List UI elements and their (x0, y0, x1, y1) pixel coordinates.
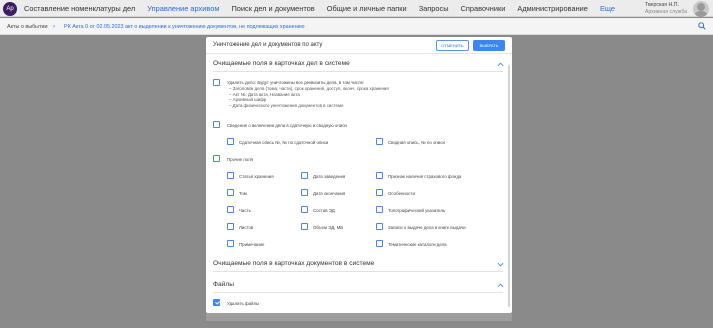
breadcrumb: Акты о выбытии › РК Акта 0 от 02.05.2023… (0, 18, 713, 35)
handover-inventory-label: Сдаточная опись №, № по сдаточной описи (239, 140, 329, 145)
summary-inventory-label: Сводная опись, № по описи (388, 140, 445, 145)
nav-item-nomenclature[interactable]: Составление номенклатуры дел (24, 4, 135, 13)
field-checkbox[interactable] (227, 223, 234, 230)
app-logo[interactable]: Ар (3, 2, 17, 16)
field-label: Том (239, 191, 247, 196)
field-checkbox[interactable] (376, 206, 383, 213)
field-checkbox[interactable] (376, 240, 383, 247)
field-checkbox[interactable] (376, 189, 383, 196)
field-label: Дата окончания (313, 191, 346, 196)
field-checkbox[interactable] (301, 223, 308, 230)
divider (213, 292, 503, 293)
main-nav: Составление номенклатуры дел Управление … (24, 4, 625, 13)
chevron-up-icon[interactable] (497, 62, 504, 67)
delete-case-checkbox[interactable] (213, 79, 220, 86)
nav-item-search[interactable]: Поиск дел и документов (231, 4, 314, 13)
field-checkbox[interactable] (301, 206, 308, 213)
breadcrumb-item-acts[interactable]: Акты о выбытии (7, 24, 48, 30)
dialog-title: Уничтожение дел и документов по акту (213, 42, 323, 48)
nav-item-folders[interactable]: Общие и личные папки (327, 4, 407, 13)
handover-inventory-checkbox[interactable] (227, 138, 234, 145)
top-bar: Ар Составление номенклатуры дел Управлен… (0, 0, 713, 17)
breadcrumb-item-current[interactable]: РК Акта 0 от 02.05.2023 акт о выделении … (64, 24, 305, 30)
user-info[interactable]: Тверская Н.П. Архивная служба (645, 2, 687, 15)
nav-item-more[interactable]: Еще (600, 4, 615, 13)
field-checkbox[interactable] (227, 189, 234, 196)
field-label: Объем ЭД, МБ (313, 225, 344, 230)
delete-case-details: – Заголовок дела (тома, части), срок хра… (229, 86, 389, 108)
nav-item-archive-management[interactable]: Управление архивом (147, 4, 219, 13)
field-label: Дата заведения (313, 174, 346, 179)
avatar[interactable] (693, 1, 709, 17)
field-checkbox[interactable] (227, 206, 234, 213)
field-checkbox[interactable] (376, 223, 383, 230)
field-label: Особенности (388, 191, 415, 196)
delete-case-detail: – Дата физического уничтожения документо… (229, 102, 344, 108)
field-label: Тематические каталоги дела (388, 242, 447, 247)
delete-case-label: Удалить дело: Будут уничтожены все рекви… (227, 80, 365, 85)
field-checkbox[interactable] (227, 240, 234, 247)
field-label: Статья хранения (239, 174, 274, 179)
section-title-case-fields[interactable]: Очищаемые поля в карточках дел в системе (213, 60, 350, 67)
select-button[interactable]: ВЫБРАТЬ (473, 40, 505, 51)
cancel-button[interactable]: ОТМЕНИТЬ (436, 40, 469, 51)
field-checkbox[interactable] (301, 189, 308, 196)
delete-files-checkbox[interactable] (213, 299, 220, 306)
field-label: Примечание (239, 242, 265, 247)
summary-inventory-checkbox[interactable] (376, 138, 383, 145)
nav-item-requests[interactable]: Запросы (419, 4, 449, 13)
inventory-label: Сведения о включении дела в сдаточную и … (227, 123, 347, 128)
nav-item-directories[interactable]: Справочники (461, 4, 506, 13)
other-fields-checkbox[interactable] (213, 155, 220, 162)
search-icon[interactable] (698, 22, 706, 30)
field-label: Записи о выдаче дела в книге выдачи (388, 225, 466, 230)
divider (213, 271, 503, 272)
section-title-document-fields[interactable]: Очищаемые поля в карточках документов в … (213, 260, 374, 267)
user-role: Архивная служба (645, 8, 688, 15)
delete-files-label: Удалить файлы (227, 301, 260, 306)
field-label: Топографический указатель (388, 208, 446, 213)
field-label: Часть (239, 208, 251, 213)
delete-case-detail: – Заголовок дела (тома, части), срок хра… (229, 86, 389, 91)
field-checkbox[interactable] (227, 172, 234, 179)
scrollbar[interactable] (508, 65, 510, 307)
dialog-header: Уничтожение дел и документов по акту ОТМ… (206, 37, 512, 54)
field-checkbox[interactable] (301, 172, 308, 179)
divider (213, 71, 503, 72)
background-panel (206, 313, 512, 321)
chevron-right-icon: › (53, 23, 56, 30)
field-label: Состав ЭД (313, 208, 335, 213)
chevron-down-icon[interactable] (497, 262, 504, 267)
field-checkbox[interactable] (376, 172, 383, 179)
chevron-up-icon[interactable] (497, 283, 504, 288)
destroy-dialog: Уничтожение дел и документов по акту ОТМ… (206, 37, 512, 313)
field-label: Листов (239, 225, 254, 230)
field-label: Признак наличия страхового фонда (388, 174, 462, 179)
nav-item-administration[interactable]: Администрирование (517, 4, 587, 13)
inventory-checkbox[interactable] (213, 121, 220, 128)
other-fields-label: Прочие поля (227, 157, 254, 162)
section-title-files[interactable]: Файлы (213, 281, 234, 288)
